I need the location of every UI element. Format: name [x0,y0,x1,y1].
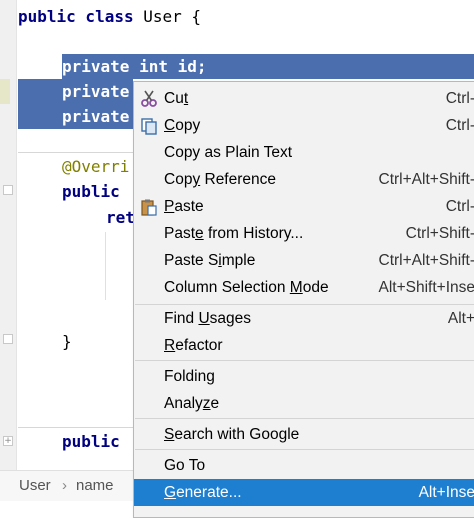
menu-item-copy-reference[interactable]: Copy Reference Ctrl+Alt+Shift- [134,166,474,193]
clipboard-icon [141,199,157,216]
menu-item-generate[interactable]: Generate... Alt+Inse [134,479,474,506]
class-declaration-line: public class User { [18,4,201,29]
gutter-marker [0,79,10,104]
fold-marker[interactable] [3,334,13,344]
menu-item-label: Go To [164,457,206,474]
breadcrumb-member[interactable]: name [76,477,114,494]
menu-separator [135,360,474,361]
class-name: User { [133,7,202,26]
breadcrumb-class[interactable]: User [19,477,51,494]
menu-item-paste-simple[interactable]: Paste Simple Ctrl+Alt+Shift- [134,247,474,274]
menu-item-cut[interactable]: Cut Ctrl- [134,85,474,112]
menu-item-shortcut: Alt+Shift+Inse [378,279,474,296]
menu-item-folding[interactable]: Folding [134,363,474,390]
menu-separator [135,449,474,450]
menu-item-paste-from-history[interactable]: Paste from History... Ctrl+Shift- [134,220,474,247]
menu-item-copy-plain-text[interactable]: Copy as Plain Text [134,139,474,166]
menu-item-go-to[interactable]: Go To [134,452,474,479]
menu-item-label: Paste from History... [164,225,304,242]
fold-marker[interactable] [3,185,13,195]
menu-item-label: Paste Simple [164,252,256,269]
method2-keyword: public [62,432,120,451]
editor-gutter [0,0,16,470]
menu-item-shortcut: Ctrl- [445,90,474,107]
expand-fold-icon[interactable]: + [3,436,13,446]
method-separator [18,152,138,153]
menu-item-shortcut: Ctrl- [445,198,474,215]
field-line-3: private [62,107,130,126]
override-annotation: @Overri [62,157,130,176]
menu-item-paste[interactable]: Paste Ctrl- [134,193,474,220]
method-separator [18,427,138,428]
menu-item-column-selection-mode[interactable]: Column Selection Mode Alt+Shift+Inse [134,274,474,301]
menu-item-label: Copy [164,117,201,134]
field-line-2: private [62,82,130,101]
menu-item-label: Generate... [164,484,242,501]
menu-item-refactor[interactable]: Refactor [134,332,474,359]
menu-item-label: Folding [164,368,215,385]
gutter-divider [16,0,17,470]
field-id-line: private int id; [62,57,207,76]
menu-item-shortcut: Ctrl+Shift- [405,225,474,242]
indent-guide [105,232,106,300]
menu-item-shortcut: Ctrl+Alt+Shift- [378,252,474,269]
menu-item-label: Cut [164,90,189,107]
menu-item-copy[interactable]: Copy Ctrl- [134,112,474,139]
menu-item-label: Column Selection Mode [164,279,329,296]
breadcrumb-separator-icon: › [62,477,67,494]
menu-item-label: Analyze [164,395,220,412]
menu-item-label: Refactor [164,337,223,354]
menu-item-shortcut: Ctrl+Alt+Shift- [378,171,474,188]
return-keyword: ret [106,208,135,227]
menu-item-shortcut: Alt+ [447,310,474,327]
menu-item-label: Paste [164,198,204,215]
closing-brace: } [62,332,72,351]
method-keyword: public [62,182,120,201]
scissors-icon [141,90,157,107]
menu-item-shortcut: Ctrl- [445,117,474,134]
menu-item-search-with-google[interactable]: Search with Google [134,421,474,448]
menu-item-label: Find Usages [164,310,252,327]
menu-item-label: Copy Reference [164,171,277,188]
context-menu: Cut Ctrl- Copy Ctrl- Copy as Plain Text … [133,81,474,518]
menu-item-shortcut: Alt+Inse [418,484,474,501]
copy-icon [141,118,157,135]
menu-item-analyze[interactable]: Analyze [134,390,474,417]
menu-item-label: Copy as Plain Text [164,144,293,161]
class-keyword: public class [18,7,134,26]
menu-separator [135,418,474,419]
menu-item-find-usages[interactable]: Find Usages Alt+ [134,305,474,332]
menu-item-label: Search with Google [164,426,300,443]
